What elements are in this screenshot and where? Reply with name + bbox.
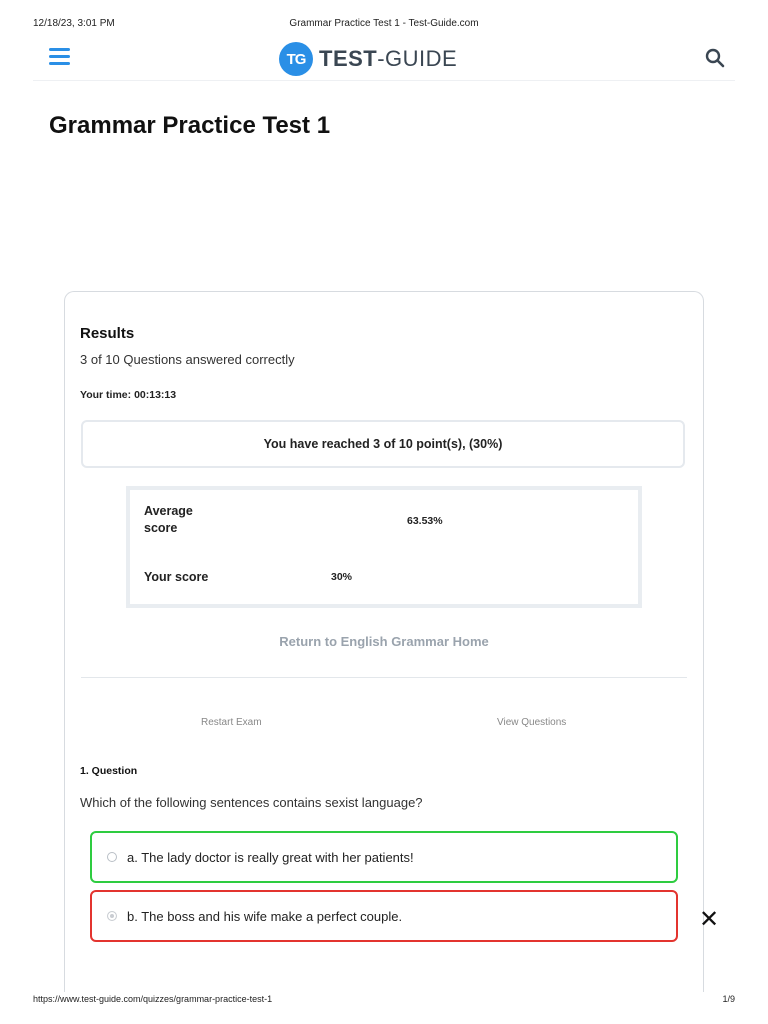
divider [81,677,687,678]
radio-unchecked-icon[interactable] [107,852,117,862]
restart-exam-button[interactable]: Restart Exam [201,717,262,728]
score-comparison: Average score 63.53% Your score 30% [126,486,642,608]
time-value: 00:13:13 [134,389,177,401]
page-title: Grammar Practice Test 1 [49,112,331,139]
site-logo[interactable]: TG TEST-GUIDE [279,41,457,77]
your-score-value: 30% [331,571,353,583]
print-header: 12/18/23, 3:01 PM Grammar Practice Test … [33,18,735,32]
points-summary: You have reached 3 of 10 point(s), (30%) [81,420,685,468]
results-heading: Results [80,325,135,342]
radio-checked-icon[interactable] [107,911,117,921]
time-label: Your time: [80,389,132,401]
logo-text-rest: -GUIDE [377,46,458,71]
close-icon[interactable]: ✕ [699,908,719,932]
your-time: Your time: 00:13:13 [80,389,176,401]
site-header: TG TEST-GUIDE [33,36,735,81]
your-score-label: Your score [144,570,209,584]
answer-option-a[interactable]: a. The lady doctor is really great with … [90,831,678,883]
hamburger-menu-icon[interactable] [49,48,70,65]
print-page-number: 1/9 [722,994,735,1004]
print-url: https://www.test-guide.com/quizzes/gramm… [33,994,273,1004]
search-icon[interactable] [705,48,725,68]
question-number: 1. Question [80,765,138,777]
logo-text: TEST-GUIDE [319,46,457,72]
logo-text-bold: TEST [319,46,378,71]
average-score-value: 63.53% [407,515,443,527]
question-text: Which of the following sentences contain… [80,795,423,810]
return-home-link[interactable]: Return to English Grammar Home [65,634,703,649]
answer-label: a. The lady doctor is really great with … [127,849,414,865]
average-label-line2: score [144,521,178,535]
answer-label: b. The boss and his wife make a perfect … [127,908,403,924]
results-card: Results 3 of 10 Questions answered corre… [64,291,704,992]
average-label-line1: Average [144,504,193,518]
answer-option-b[interactable]: b. The boss and his wife make a perfect … [90,890,678,942]
logo-mark: TG [279,42,313,76]
print-footer: https://www.test-guide.com/quizzes/gramm… [33,994,735,1008]
answered-count: 3 of 10 Questions answered correctly [80,352,295,367]
view-questions-button[interactable]: View Questions [497,717,566,728]
average-score-label: Average score [144,503,193,537]
print-doc-title: Grammar Practice Test 1 - Test-Guide.com [289,18,479,29]
